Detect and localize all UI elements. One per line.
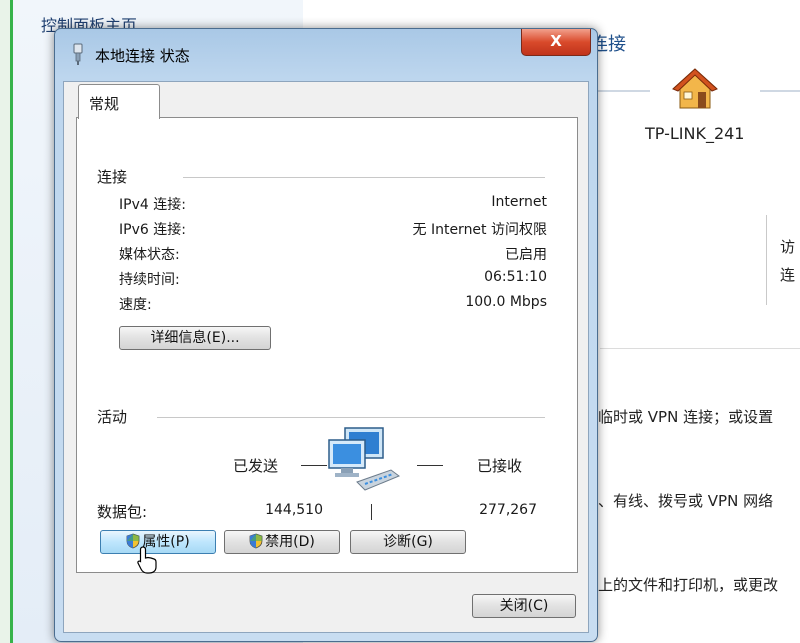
- duration-label: 持续时间:: [119, 272, 180, 288]
- tab-general[interactable]: 常规: [78, 84, 160, 119]
- properties-button[interactable]: 属性(P): [100, 530, 216, 554]
- title-close-button[interactable]: X: [521, 29, 591, 56]
- separator: [760, 90, 800, 92]
- ipv4-label: IPv4 连接:: [119, 197, 186, 213]
- media-state-label: 媒体状态:: [119, 247, 180, 263]
- ipv4-value: Internet: [491, 194, 547, 210]
- sent-label: 已发送: [233, 457, 279, 475]
- house-icon: [672, 68, 718, 109]
- received-line: [417, 465, 443, 466]
- network-computers-icon: [328, 427, 401, 491]
- general-tab-panel: 连接 IPv4 连接: Internet IPv6 连接: 无 Internet…: [76, 117, 578, 573]
- network-name[interactable]: TP-LINK_241: [645, 124, 744, 143]
- packets-received-value: 277,267: [479, 502, 537, 518]
- connection-section-title: 连接: [97, 166, 132, 187]
- shield-icon: [249, 533, 263, 549]
- details-button[interactable]: 详细信息(E)...: [119, 326, 271, 350]
- section-divider: [157, 417, 545, 418]
- access-type-label: 访: [780, 238, 796, 256]
- section-divider: [183, 177, 545, 178]
- mouse-cursor-icon: [137, 546, 157, 574]
- separator: [590, 90, 650, 92]
- divider: [600, 348, 800, 349]
- sent-line: [301, 465, 327, 466]
- divider: [766, 215, 767, 305]
- packets-sent-value: 144,510: [265, 502, 323, 518]
- media-state-value: 已启用: [505, 247, 547, 263]
- close-button[interactable]: 关闭(C): [472, 594, 576, 618]
- diagnose-button[interactable]: 诊断(G): [350, 530, 466, 554]
- connect-network-text[interactable]: 、有线、拨号或 VPN 网络: [598, 490, 773, 511]
- separator-tick: [371, 504, 372, 520]
- packets-label: 数据包:: [97, 503, 148, 521]
- ipv6-label: IPv6 连接:: [119, 222, 186, 238]
- left-green-strip: [0, 0, 13, 643]
- network-adapter-icon: [73, 43, 83, 65]
- received-label: 已接收: [477, 457, 523, 475]
- speed-label: 速度:: [119, 297, 152, 313]
- duration-value: 06:51:10: [484, 269, 547, 285]
- sharing-options-text[interactable]: 上的文件和打印机，或更改: [598, 574, 778, 595]
- tab-general-label: 常规: [89, 95, 120, 113]
- speed-value: 100.0 Mbps: [465, 294, 547, 310]
- disable-button[interactable]: 禁用(D): [224, 530, 340, 554]
- activity-section-title: 活动: [97, 406, 132, 427]
- setup-connection-text[interactable]: 临时或 VPN 连接；或设置: [598, 406, 773, 427]
- connections-label: 连: [780, 266, 796, 284]
- dialog-title: 本地连接 状态: [95, 47, 190, 65]
- disable-button-label: 禁用(D): [265, 534, 315, 550]
- ipv6-value: 无 Internet 访问权限: [412, 222, 548, 238]
